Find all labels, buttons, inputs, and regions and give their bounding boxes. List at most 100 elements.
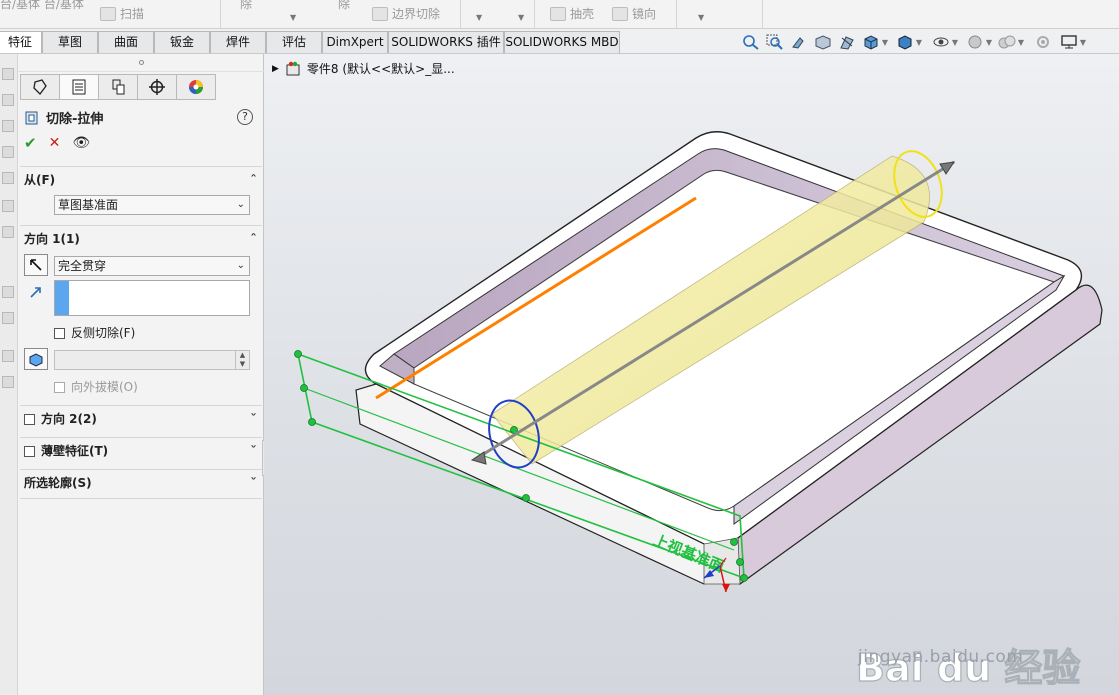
hide-show-items-icon[interactable] (932, 34, 950, 50)
dynamic-annotation-icon[interactable] (838, 34, 856, 50)
feature-icon[interactable] (2, 226, 14, 238)
direction2-section-header[interactable]: 方向 2(2) ˅ (20, 406, 262, 430)
from-condition-select[interactable]: 草图基准面 ⌄ (54, 195, 250, 215)
axis-arrow-far-icon[interactable] (939, 161, 956, 175)
tab-display-manager[interactable] (176, 74, 216, 100)
previous-view-icon[interactable] (790, 34, 808, 50)
remove-dropdown-1[interactable]: ▼ (290, 8, 296, 28)
spinner-arrows-icon[interactable]: ▲ ▼ (235, 351, 249, 369)
help-icon: ? (242, 110, 248, 123)
graphics-area[interactable]: ▶ 零件8 (默认<<默认>_显... 上视基准面 Bai du 经验 jing… (264, 54, 1119, 695)
dropdown-a[interactable]: ▼ (476, 8, 482, 28)
draft-toggle-button[interactable] (24, 348, 48, 370)
feature-icon[interactable] (2, 350, 14, 362)
chevron-down-icon: ▼ (518, 13, 525, 22)
tab-label: 评估 (281, 35, 306, 49)
tab-property-manager[interactable] (59, 74, 99, 100)
end-condition-select[interactable]: 完全贯穿 ⌄ (54, 256, 250, 276)
from-section-header[interactable]: 从(F) ˄ (20, 167, 262, 191)
feature-icon[interactable] (2, 200, 14, 212)
tab-addins[interactable]: SOLIDWORKS 插件 (388, 31, 504, 53)
tab-label: SOLIDWORKS 插件 (391, 35, 501, 49)
boundary-cut-button[interactable]: 边界切除 (372, 4, 440, 24)
direction-selection-box[interactable] (54, 280, 250, 316)
tab-label: 焊件 (225, 35, 250, 49)
zoom-to-area-icon[interactable] (766, 34, 784, 50)
direction-vector-icon (28, 284, 44, 300)
ribbon-toolbar: 台/基体 台/基体 扫描 除 ▼ 除 边界切除 ▼ ▼ 抽壳 镜向 ▼ (0, 0, 1119, 29)
feature-icon[interactable] (2, 376, 14, 388)
display-style-icon[interactable] (896, 34, 914, 50)
ribbon-extrude-item[interactable]: 台/基体 台/基体 (0, 0, 84, 14)
cancel-button[interactable]: ✕ (49, 135, 61, 151)
reverse-direction-icon (30, 259, 42, 271)
direction1-section-header[interactable]: 方向 1(1) ˄ (20, 226, 262, 250)
chevron-down-icon: ▼ (476, 13, 483, 22)
remove-item-2[interactable]: 除 (338, 0, 350, 14)
direction2-checkbox[interactable] (24, 413, 35, 425)
chevron-down-icon: ▼ (698, 13, 705, 22)
edit-appearance-icon[interactable] (966, 34, 984, 50)
view-orientation-icon[interactable] (862, 34, 880, 50)
chevron-down-icon[interactable]: ▼ (950, 34, 960, 50)
tab-features[interactable]: 特征 (0, 31, 42, 53)
from-section-label: 从(F) (24, 172, 56, 187)
section-view-icon[interactable] (814, 34, 832, 50)
preview-eye-icon[interactable]: 👁 (72, 135, 90, 151)
mirror-button[interactable]: 镜向 (612, 4, 656, 24)
ok-button[interactable]: ✔ (24, 134, 37, 152)
tab-label: 草图 (57, 35, 82, 49)
boundary-cut-icon (372, 7, 388, 21)
feature-icon[interactable] (2, 68, 14, 80)
tab-sheet-metal[interactable]: 钣金 (154, 31, 210, 53)
tab-evaluate[interactable]: 评估 (266, 31, 322, 53)
flip-side-cut-checkbox[interactable]: 反侧切除(F) (54, 324, 135, 341)
tab-weldments[interactable]: 焊件 (210, 31, 266, 53)
tab-label: 钣金 (169, 35, 194, 49)
remove-item-1[interactable]: 除 (240, 0, 252, 14)
draft-angle-input[interactable]: ▲ ▼ (54, 350, 250, 370)
sweep-label: 扫描 (120, 7, 145, 21)
watermark-url: jingyan.baidu.com (858, 647, 1024, 667)
tab-configuration-manager[interactable] (98, 74, 138, 100)
help-button[interactable]: ? (237, 109, 253, 125)
tab-feature-manager[interactable] (20, 74, 60, 100)
feature-icon[interactable] (2, 172, 14, 184)
shell-button[interactable]: 抽壳 (550, 4, 594, 24)
thin-feature-section-header[interactable]: 薄壁特征(T) ˅ (20, 438, 262, 462)
tab-sketch[interactable]: 草图 (42, 31, 98, 53)
zoom-to-fit-icon[interactable] (742, 34, 760, 50)
tab-dimxpert-manager[interactable] (137, 74, 177, 100)
feature-icon[interactable] (2, 146, 14, 158)
chevron-down-icon[interactable]: ▼ (914, 34, 924, 50)
reverse-direction-button[interactable] (24, 254, 48, 276)
from-condition-value: 草图基准面 (58, 198, 119, 212)
chevron-down-icon[interactable]: ▼ (1078, 34, 1088, 50)
chevron-down-icon[interactable]: ▼ (1016, 34, 1026, 50)
tab-dimxpert[interactable]: DimXpert (322, 31, 388, 53)
from-section: 从(F) ˄ 草图基准面 ⌄ (20, 166, 262, 224)
draft-outward-checkbox[interactable]: 向外拔模(O) (54, 378, 138, 395)
chevron-down-icon[interactable]: ▼ (984, 34, 994, 50)
chevron-down-icon[interactable]: ▼ (880, 34, 890, 50)
view-settings-icon[interactable] (1034, 34, 1052, 50)
dropdown-b[interactable]: ▼ (518, 8, 524, 28)
dropdown-c[interactable]: ▼ (698, 8, 704, 28)
panel-drag-handle[interactable] (18, 54, 264, 72)
feature-icon[interactable] (2, 312, 14, 324)
apply-scene-icon[interactable] (998, 34, 1016, 50)
selected-contours-section-header[interactable]: 所选轮廓(S) ˅ (20, 470, 262, 494)
monitor-icon[interactable] (1060, 34, 1078, 50)
ribbon-separator (460, 0, 461, 28)
feature-icon[interactable] (2, 120, 14, 132)
thin-feature-checkbox[interactable] (24, 445, 35, 457)
feature-icon[interactable] (2, 286, 14, 298)
manager-tabs (20, 74, 216, 100)
tab-mbd[interactable]: SOLIDWORKS MBD (504, 31, 620, 53)
selection-active-marker (55, 281, 69, 315)
crosshair-icon (149, 79, 165, 95)
tab-surfaces[interactable]: 曲面 (98, 31, 154, 53)
feature-icon[interactable] (2, 94, 14, 106)
sweep-button[interactable]: 扫描 (100, 4, 144, 24)
draft-outward-label: 向外拔模(O) (71, 380, 138, 394)
